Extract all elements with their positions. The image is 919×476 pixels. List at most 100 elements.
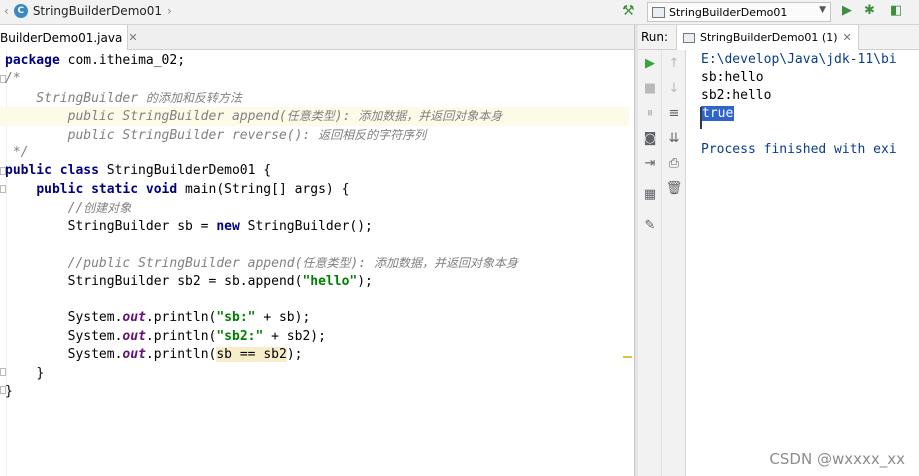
code-line: package com.itheima_02;	[5, 52, 629, 70]
code-token: out	[122, 347, 146, 363]
console-output[interactable]: E:\develop\Java\jdk-11\bi sb:hello sb2:h…	[688, 50, 919, 476]
tab-builderdemo01-java[interactable]: BuilderDemo01.java ✕	[0, 25, 138, 50]
code-token: public static void	[36, 181, 178, 197]
coverage-icon[interactable]: ◧	[890, 3, 902, 18]
console-line: sb2:hello	[701, 88, 772, 103]
chevron-right-icon: ›	[167, 4, 172, 18]
stop-icon[interactable]: ■	[638, 81, 662, 96]
code-line: public StringBuilder reverse(): 返回相反的字符序…	[5, 126, 629, 144]
code-line: StringBuilder 的添加和反转方法	[5, 89, 629, 107]
code-line: }	[5, 365, 629, 383]
code-token: .println(	[145, 328, 217, 344]
run-panel-header: Run: StringBuilderDemo01 (1) ✕	[638, 25, 919, 50]
code-token: .println(	[145, 310, 217, 326]
code-token: 任意类型	[302, 256, 351, 271]
code-line: */	[5, 144, 629, 162]
run-configuration-select[interactable]: StringBuilderDemo01 ▼	[647, 2, 831, 22]
code-line: public class StringBuilderDemo01 {	[5, 162, 629, 180]
trash-icon[interactable]: 🗑	[662, 181, 686, 196]
code-token: StringBuilder sb2 = sb.append(	[67, 273, 303, 289]
breadcrumb[interactable]: ‹ C StringBuilderDemo01 ›	[4, 4, 172, 18]
code-content[interactable]: package com.itheima_02; /* StringBuilder…	[0, 52, 629, 401]
soft-wrap-icon[interactable]: ≡	[662, 106, 686, 121]
code-token: out	[122, 310, 146, 326]
code-token: 任意类型	[286, 109, 335, 124]
navigation-bar: ‹ C StringBuilderDemo01 › ⚒ StringBuilde…	[0, 0, 919, 25]
build-hammer-icon[interactable]: ⚒	[622, 3, 635, 19]
exit-icon[interactable]: ⇥	[638, 156, 662, 171]
class-icon: C	[13, 4, 28, 18]
code-selection: sb == sb2	[216, 347, 287, 363]
down-arrow-icon[interactable]: ↓	[662, 81, 686, 96]
code-token: + sb2);	[263, 328, 326, 344]
code-token: /*	[5, 71, 21, 87]
code-line: //public StringBuilder append(任意类型): 添加数…	[5, 254, 629, 272]
application-icon	[683, 32, 695, 43]
code-token: new	[216, 218, 240, 234]
code-token: "sb:"	[216, 310, 256, 326]
breadcrumb-class[interactable]: StringBuilderDemo01	[33, 4, 162, 18]
close-icon[interactable]: ✕	[128, 31, 137, 44]
code-token: .println(	[145, 347, 217, 363]
code-token: StringBuilder sb =	[67, 218, 217, 234]
code-token: package	[5, 53, 60, 68]
console-line: sb:hello	[701, 70, 764, 85]
pin-icon[interactable]: ✎	[638, 218, 662, 233]
layout-icon[interactable]: ▦	[638, 187, 662, 202]
code-token: main(String[] args) {	[177, 181, 350, 197]
code-token: 添加数据，并返回对象本身	[358, 109, 503, 124]
code-token: ):	[334, 109, 359, 125]
code-token: //	[67, 201, 84, 217]
run-tab-label: StringBuilderDemo01 (1)	[700, 31, 838, 44]
code-line: System.out.println("sb2:" + sb2);	[5, 328, 629, 346]
run-icon[interactable]: ▶	[842, 3, 852, 18]
code-token: StringBuilder();	[239, 218, 373, 234]
code-token: */	[5, 144, 29, 160]
application-icon	[652, 6, 665, 18]
close-icon[interactable]: ✕	[843, 31, 852, 44]
code-token: "hello"	[302, 273, 358, 289]
chevron-down-icon: ▼	[819, 5, 826, 15]
code-token: "sb2:"	[216, 328, 264, 344]
code-token: public class	[5, 163, 99, 179]
console-exit-message: Process finished with exi	[701, 142, 897, 157]
debug-icon[interactable]: ✱	[864, 3, 875, 18]
code-token: 添加数据，并返回对象本身	[373, 256, 518, 271]
code-token: com.itheima_02;	[59, 53, 186, 68]
code-editor[interactable]: package com.itheima_02; /* StringBuilder…	[0, 50, 634, 476]
scroll-to-end-icon[interactable]: ⇊	[662, 131, 686, 146]
code-line: public static void main(String[] args) {	[5, 181, 629, 199]
code-token: }	[5, 384, 13, 400]
code-token: ):	[350, 256, 374, 272]
error-stripe-marker[interactable]	[623, 356, 632, 358]
rerun-icon[interactable]: ▶	[638, 56, 662, 71]
code-token: out	[122, 328, 146, 344]
run-toolbar-primary: ▶ ■ ⏸ ◙ ⇥ ▦ ✎	[638, 50, 662, 476]
code-token: StringBuilder	[5, 90, 146, 106]
editor-tab-strip: BuilderDemo01.java ✕	[0, 25, 634, 50]
code-line: //创建对象	[5, 199, 629, 217]
code-token: + sb);	[255, 310, 311, 326]
up-arrow-icon[interactable]: ↑	[662, 56, 686, 71]
camera-icon[interactable]: ◙	[638, 131, 662, 146]
chevron-left-icon: ‹	[4, 4, 9, 18]
code-line: System.out.println(sb == sb2);	[5, 346, 629, 364]
run-toolbar-secondary: ↑ ↓ ≡ ⇊ ⎙ 🗑	[662, 50, 686, 476]
code-token: StringBuilderDemo01 {	[98, 163, 272, 179]
console-command-line: E:\develop\Java\jdk-11\bi	[701, 52, 897, 67]
code-token: System.	[67, 310, 123, 326]
console-line-selected: true	[701, 106, 735, 121]
code-token: 的添加和反转方法	[145, 90, 242, 105]
tab-run-stringbuilderdemo01[interactable]: StringBuilderDemo01 (1) ✕	[676, 25, 859, 50]
code-line-current: public StringBuilder append(任意类型): 添加数据，…	[0, 107, 629, 126]
code-token: //public StringBuilder append(	[67, 256, 303, 272]
pause-icon[interactable]: ⏸	[638, 106, 662, 121]
code-line: }	[5, 383, 629, 401]
print-icon[interactable]: ⎙	[662, 156, 686, 171]
code-line: System.out.println("sb:" + sb);	[5, 309, 629, 327]
mouse-cursor	[700, 107, 702, 129]
code-line: StringBuilder sb2 = sb.append("hello");	[5, 273, 629, 291]
code-token: public StringBuilder append(	[5, 109, 287, 125]
